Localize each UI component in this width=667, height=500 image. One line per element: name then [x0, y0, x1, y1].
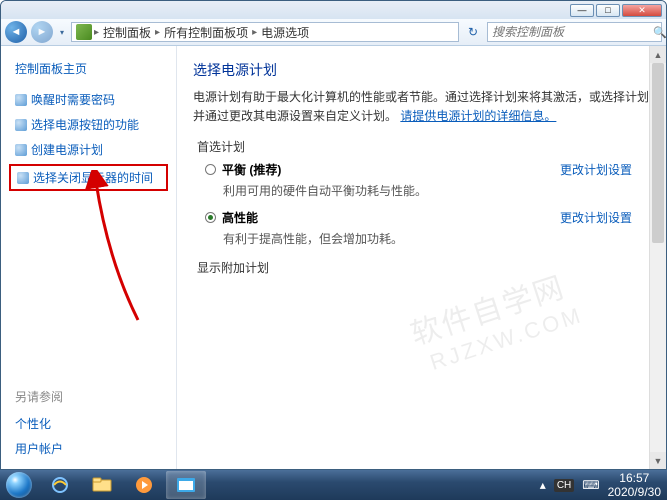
ime-indicator[interactable]: CH [554, 479, 574, 492]
page-description: 电源计划有助于最大化计算机的性能或者节能。通过选择计划来将其激活，或选择计划并通… [193, 88, 650, 126]
maximize-button[interactable]: □ [596, 4, 620, 17]
main-content: 选择电源计划 电源计划有助于最大化计算机的性能或者节能。通过选择计划来将其激活，… [176, 46, 666, 469]
page-title: 选择电源计划 [193, 60, 650, 80]
close-button[interactable]: ✕ [622, 4, 662, 17]
plan-name: 平衡 (推荐) [222, 161, 281, 178]
clock[interactable]: 16:57 2020/9/30 [608, 471, 661, 500]
refresh-button[interactable]: ↻ [463, 22, 483, 42]
bullet-icon [15, 119, 27, 131]
bullet-icon [15, 144, 27, 156]
sidebar-link-power-button[interactable]: 选择电源按钮的功能 [15, 116, 162, 133]
sidebar-link-password[interactable]: 唤醒时需要密码 [15, 91, 162, 108]
system-tray: ▴ CH ⌨ 16:57 2020/9/30 [540, 471, 661, 500]
chevron-right-icon: ▸ [155, 27, 160, 38]
taskbar-ie-icon[interactable] [40, 471, 80, 499]
nav-history-dropdown[interactable]: ▾ [57, 23, 67, 41]
plan-description: 利用可用的硬件自动平衡功耗与性能。 [223, 182, 650, 199]
sidebar-link-user-accounts[interactable]: 用户帐户 [15, 440, 162, 457]
bullet-icon [17, 172, 29, 184]
breadcrumb[interactable]: ▸ 控制面板 ▸ 所有控制面板项 ▸ 电源选项 [71, 22, 459, 42]
sidebar-link-label: 唤醒时需要密码 [31, 91, 115, 108]
sidebar-link-personalization[interactable]: 个性化 [15, 415, 162, 432]
plan-row-high-performance: 高性能 更改计划设置 [205, 209, 650, 226]
windows-orb-icon [6, 472, 32, 498]
radio-balanced[interactable] [205, 164, 216, 175]
radio-high-performance[interactable] [205, 212, 216, 223]
clock-date: 2020/9/30 [608, 485, 661, 499]
see-also-heading: 另请参阅 [15, 388, 162, 405]
sidebar: 控制面板主页 唤醒时需要密码 选择电源按钮的功能 创建电源计划 选择关闭显示器的… [1, 46, 176, 469]
plan-name: 高性能 [222, 209, 258, 226]
search-box[interactable]: 🔍 [487, 22, 662, 42]
sidebar-link-label: 创建电源计划 [31, 141, 103, 158]
taskbar-wmp-icon[interactable] [124, 471, 164, 499]
search-input[interactable] [492, 25, 649, 39]
start-button[interactable] [0, 470, 38, 500]
chevron-right-icon: ▸ [94, 27, 99, 38]
control-panel-home-link[interactable]: 控制面板主页 [15, 60, 162, 77]
watermark-url: RJZXW.COM [427, 302, 586, 376]
more-info-link[interactable]: 请提供电源计划的详细信息。 [400, 109, 556, 123]
forward-button[interactable]: ► [31, 21, 53, 43]
control-panel-icon [76, 24, 92, 40]
taskbar-app-active[interactable] [166, 471, 206, 499]
nav-bar: ◄ ► ▾ ▸ 控制面板 ▸ 所有控制面板项 ▸ 电源选项 ↻ 🔍 [1, 19, 666, 46]
taskbar: ▴ CH ⌨ 16:57 2020/9/30 [0, 470, 667, 500]
plan-description: 有利于提高性能，但会增加功耗。 [223, 230, 650, 247]
sidebar-link-create-plan[interactable]: 创建电源计划 [15, 141, 162, 158]
sidebar-link-display-off[interactable]: 选择关闭显示器的时间 [17, 169, 160, 186]
breadcrumb-item[interactable]: 电源选项 [259, 24, 311, 41]
breadcrumb-item[interactable]: 控制面板 [101, 24, 153, 41]
title-bar: — □ ✕ [1, 1, 666, 19]
sidebar-link-label: 选择电源按钮的功能 [31, 116, 139, 133]
plan-row-balanced: 平衡 (推荐) 更改计划设置 [205, 161, 650, 178]
bullet-icon [15, 94, 27, 106]
scroll-down-arrow-icon[interactable]: ▼ [650, 452, 666, 469]
clock-time: 16:57 [608, 471, 661, 485]
scroll-up-arrow-icon[interactable]: ▲ [650, 46, 666, 63]
sidebar-link-label: 选择关闭显示器的时间 [33, 169, 153, 186]
search-icon: 🔍 [653, 26, 667, 39]
vertical-scrollbar[interactable]: ▲ ▼ [649, 46, 666, 469]
preferred-plans-heading: 首选计划 [197, 138, 650, 155]
keyboard-icon[interactable]: ⌨ [582, 478, 599, 492]
tray-show-hidden-icon[interactable]: ▴ [540, 478, 546, 492]
chevron-right-icon: ▸ [252, 27, 257, 38]
additional-plans-heading: 显示附加计划 [197, 259, 650, 276]
annotation-highlight-box: 选择关闭显示器的时间 [9, 164, 168, 191]
change-plan-settings-link[interactable]: 更改计划设置 [560, 209, 632, 226]
back-button[interactable]: ◄ [5, 21, 27, 43]
minimize-button[interactable]: — [570, 4, 594, 17]
change-plan-settings-link[interactable]: 更改计划设置 [560, 161, 632, 178]
taskbar-explorer-icon[interactable] [82, 471, 122, 499]
breadcrumb-item[interactable]: 所有控制面板项 [162, 24, 250, 41]
scroll-thumb[interactable] [652, 63, 664, 243]
